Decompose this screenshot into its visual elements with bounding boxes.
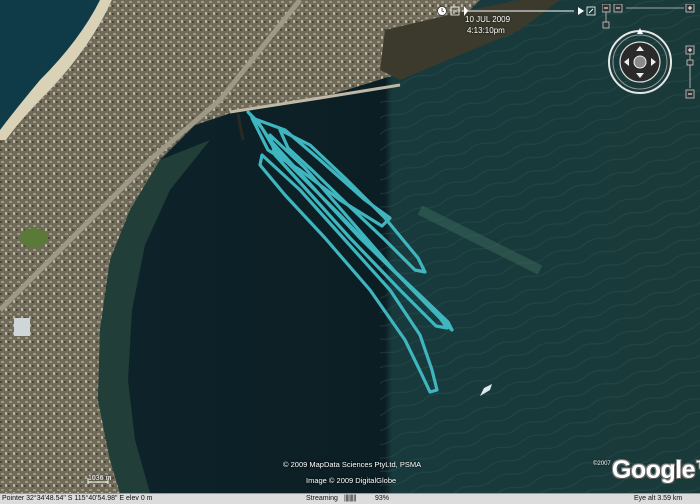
map-data-copyright: © 2009 MapData Sciences PtyLtd, PSMA (283, 460, 422, 469)
time-slider-label: 10 JUL 2009 4:13:10pm (465, 14, 510, 36)
park (20, 228, 48, 248)
time-slider-time: 4:13:10pm (467, 26, 505, 35)
north-up-icon[interactable] (613, 4, 623, 13)
google-copyright: ©2007 (593, 461, 611, 467)
status-bar: Pointer 32°34'48.54" S 115°40'54.98" E e… (0, 493, 700, 504)
time-slider[interactable] (436, 5, 596, 19)
streaming-progress-bar: ||||||||| (344, 495, 356, 502)
pan-joystick-icon[interactable] (619, 41, 661, 83)
zoom-out-icon[interactable] (450, 6, 460, 16)
sports-field (14, 318, 30, 336)
streaming-label: Streaming (306, 495, 338, 502)
streaming-percent: 93% (375, 495, 390, 502)
scale-label: 1036 m (88, 475, 112, 482)
imagery-copyright: Image © 2009 DigitalGlobe (306, 476, 397, 485)
pointer-coordinates: Pointer 32°34'48.54" S 115°40'54.98" E e… (2, 495, 153, 502)
eye-altitude: Eye alt 3.59 km (634, 495, 683, 502)
zoom-slider-top[interactable] (626, 4, 695, 13)
time-slider-date: 10 JUL 2009 (465, 15, 511, 24)
play-icon[interactable] (578, 7, 584, 15)
google-logo: Google™ (612, 456, 700, 484)
zoom-slider[interactable] (685, 45, 695, 99)
satellite-map[interactable] (0, 0, 700, 493)
look-slider[interactable] (602, 4, 611, 29)
clock-icon (437, 6, 447, 16)
settings-wrench-icon[interactable] (586, 6, 596, 16)
navigation-controls[interactable] (602, 4, 698, 104)
